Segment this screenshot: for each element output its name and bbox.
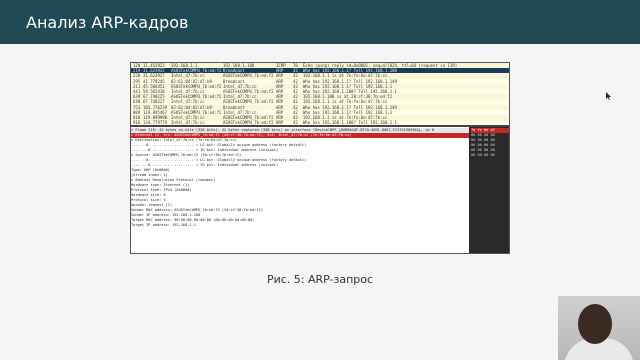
mouse-cursor-icon bbox=[606, 92, 611, 100]
caption-text: ARP-запрос bbox=[307, 273, 374, 286]
packet-details[interactable]: > Frame 219: 42 bytes on wire (336 bits)… bbox=[131, 127, 469, 253]
slide-header: Анализ ARP-кадров bbox=[0, 0, 640, 44]
presenter-webcam bbox=[558, 296, 640, 360]
figure-caption: Рис. 5: ARP-запрос bbox=[0, 273, 640, 286]
presenter-head bbox=[578, 304, 612, 344]
packet-bytes[interactable]: 7e fe 6e d7 00 00 00 00 00 00 00 00 00 00 0… bbox=[469, 127, 509, 253]
packet-list[interactable]: 120 11.452923 192.168.1.1 192.168.1.108 ICMP… bbox=[131, 63, 509, 125]
caption-prefix: Рис. 5: bbox=[266, 273, 305, 286]
hex-line: 00 00 00 00 bbox=[471, 153, 495, 157]
wireshark-screenshot: 120 11.452923 192.168.1.1 192.168.1.108 ICMP… bbox=[130, 62, 510, 254]
slide-title: Анализ ARP-кадров bbox=[26, 13, 189, 32]
slide-canvas: 120 11.452923 192.168.1.1 192.168.1.108 ICMP… bbox=[0, 44, 640, 360]
detail-line[interactable]: Target IP address: 192.168.1.1 bbox=[131, 223, 469, 228]
